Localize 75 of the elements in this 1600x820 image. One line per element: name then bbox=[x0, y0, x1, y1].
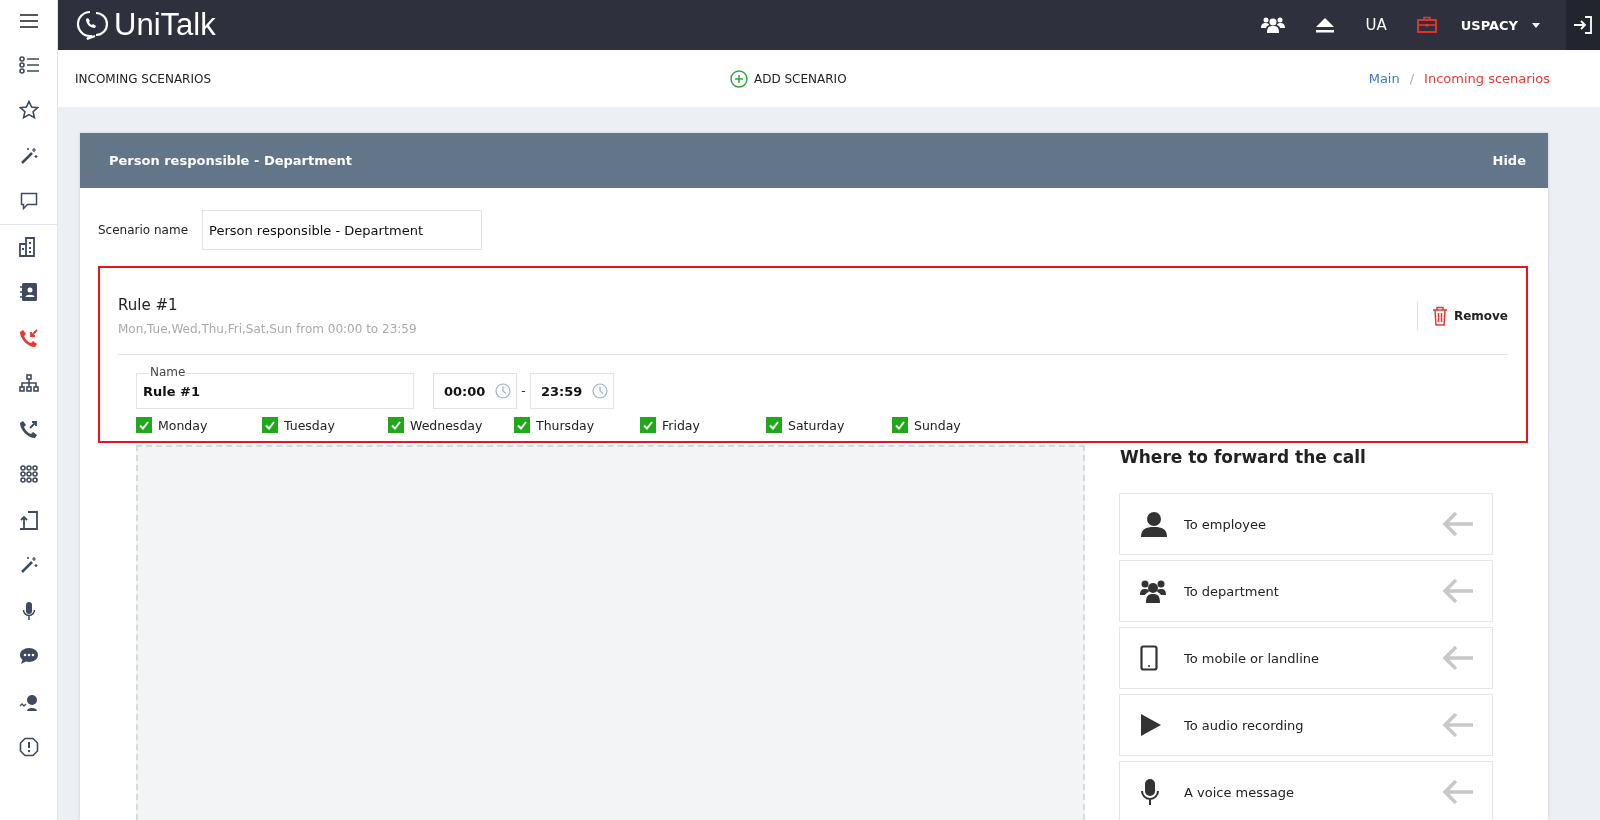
microphone-icon bbox=[21, 600, 36, 621]
arrow-left-icon bbox=[1442, 779, 1474, 805]
checkbox[interactable] bbox=[766, 417, 782, 433]
chat-icon bbox=[19, 192, 38, 211]
forward-option[interactable]: To audio recording bbox=[1119, 694, 1493, 756]
caret-icon bbox=[1532, 22, 1540, 28]
forward-option[interactable]: To mobile or landline bbox=[1119, 627, 1493, 689]
day-checkbox[interactable]: Saturday bbox=[766, 417, 892, 433]
page-title: INCOMING SCENARIOS bbox=[75, 71, 213, 86]
microphone-icon bbox=[1140, 778, 1160, 806]
day-checkbox[interactable]: Friday bbox=[640, 417, 766, 433]
star-icon bbox=[18, 100, 39, 121]
checkbox[interactable] bbox=[388, 417, 404, 433]
end-time-field[interactable]: 23:59 bbox=[530, 373, 614, 409]
day-checkbox[interactable]: Wednesday bbox=[388, 417, 514, 433]
hide-link[interactable]: Hide bbox=[1492, 153, 1526, 168]
briefcase-icon bbox=[1416, 16, 1437, 34]
section-title: Where to forward the call bbox=[1119, 446, 1367, 469]
day-checkbox[interactable]: Thursday bbox=[514, 417, 640, 433]
clock-icon bbox=[495, 383, 511, 399]
breadcrumb-separator: / bbox=[1409, 71, 1415, 86]
magic-wand-icon bbox=[19, 146, 38, 165]
mobile-phone-icon bbox=[1140, 645, 1158, 671]
add-scenario-button[interactable]: ADD SCENARIO bbox=[730, 69, 847, 88]
logo-text: UniTalk bbox=[114, 7, 216, 43]
arrow-left-icon bbox=[1442, 712, 1474, 738]
checkbox[interactable] bbox=[136, 417, 152, 433]
trash-icon bbox=[1431, 306, 1448, 326]
breadcrumb-link[interactable]: Incoming scenarios bbox=[1424, 71, 1550, 86]
group-icon bbox=[1140, 579, 1166, 603]
incoming-call-icon bbox=[18, 327, 39, 348]
forward-option[interactable]: A voice message bbox=[1119, 761, 1493, 820]
remove-button[interactable]: Remove bbox=[1416, 302, 1508, 330]
eject-icon[interactable] bbox=[1315, 17, 1336, 33]
chat-bubble-icon bbox=[18, 647, 39, 666]
logo-icon bbox=[76, 10, 110, 40]
language-selector[interactable]: UA bbox=[1365, 16, 1387, 34]
scenario-name-field[interactable]: Person responsible - Department bbox=[202, 210, 482, 250]
arrow-left-icon bbox=[1442, 511, 1474, 537]
forward-option[interactable]: To employee bbox=[1119, 493, 1493, 555]
rule-summary: Mon,Tue,Wed,Thu,Fri,Sat,Sun from 00:00 to 23:59 bbox=[118, 322, 417, 336]
card-title: Person responsible - Department bbox=[109, 153, 353, 168]
alert-icon bbox=[18, 737, 39, 758]
clock-icon bbox=[592, 383, 608, 399]
users-icon[interactable] bbox=[1261, 16, 1286, 34]
checkbox[interactable] bbox=[514, 417, 530, 433]
plus-icon bbox=[730, 69, 748, 88]
play-icon bbox=[1140, 713, 1162, 737]
outgoing-call-icon bbox=[18, 418, 39, 439]
day-checkbox[interactable]: Monday bbox=[136, 417, 262, 433]
forward-option[interactable]: To department bbox=[1119, 560, 1493, 622]
logout-button[interactable] bbox=[1566, 0, 1600, 50]
day-checkbox[interactable]: Tuesday bbox=[262, 417, 388, 433]
day-checkbox[interactable]: Sunday bbox=[892, 417, 1018, 433]
rule-title: Rule #1 bbox=[118, 296, 179, 314]
person-icon bbox=[1140, 511, 1168, 537]
hierarchy-icon bbox=[18, 374, 39, 393]
company-dropdown[interactable]: USPACY bbox=[1454, 16, 1546, 34]
breadcrumb-link[interactable]: Main bbox=[1368, 71, 1400, 86]
operator-icon bbox=[18, 692, 39, 711]
keypad-icon bbox=[19, 465, 38, 484]
magic-wand-icon bbox=[19, 556, 38, 575]
checkbox[interactable] bbox=[262, 417, 278, 433]
arrow-left-icon bbox=[1442, 578, 1474, 604]
logout-icon bbox=[1573, 15, 1593, 35]
contact-book-icon bbox=[19, 282, 38, 303]
menu-icon bbox=[19, 14, 38, 28]
checkbox[interactable] bbox=[892, 417, 908, 433]
transfer-icon bbox=[18, 509, 39, 530]
start-time-field[interactable]: 00:00 bbox=[433, 373, 517, 409]
field-label: Scenario name bbox=[98, 223, 188, 237]
list-icon bbox=[18, 55, 39, 74]
arrow-left-icon bbox=[1442, 645, 1474, 671]
time-separator: - bbox=[520, 384, 527, 398]
checkbox[interactable] bbox=[640, 417, 656, 433]
